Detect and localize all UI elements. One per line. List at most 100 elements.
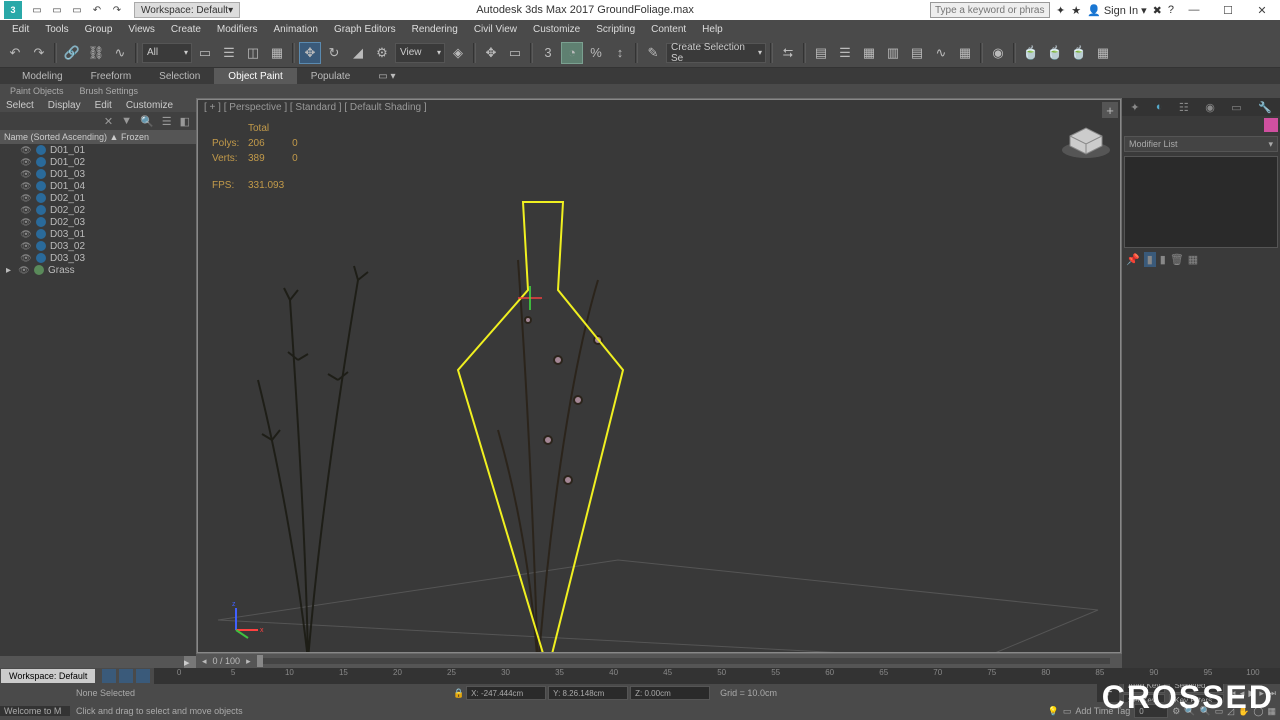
display-tab-icon[interactable]: ▭ <box>1231 101 1241 114</box>
maxscript-input[interactable]: Welcome to M <box>0 706 70 716</box>
schematic-icon[interactable]: ▦ <box>954 42 976 64</box>
help-icon[interactable]: ? <box>1168 4 1174 16</box>
menu-edit[interactable]: Edit <box>4 24 37 35</box>
scale-icon[interactable]: ◢ <box>347 42 369 64</box>
workspace-label[interactable]: Workspace: Default <box>1 669 95 683</box>
y-coord-input[interactable]: Y: 8.26.148cm <box>548 686 628 700</box>
modify-tab-icon[interactable]: ◐ <box>1156 101 1163 113</box>
rect-region-icon[interactable]: ◫ <box>242 42 264 64</box>
explorer-sort-icon[interactable]: ◧ <box>180 115 190 128</box>
render-icon[interactable]: 🍵 <box>1068 42 1090 64</box>
rendered-frame-icon[interactable]: 🍵 <box>1044 42 1066 64</box>
pin-stack-icon[interactable]: 📌 <box>1126 253 1140 266</box>
curve-editor-icon[interactable]: ∿ <box>930 42 952 64</box>
menu-civilview[interactable]: Civil View <box>466 24 525 35</box>
qat-save-icon[interactable]: ▭ <box>68 2 86 18</box>
move-icon[interactable]: ✥ <box>299 42 321 64</box>
window-crossing-icon[interactable]: ▦ <box>266 42 288 64</box>
qat-new-icon[interactable]: ▭ <box>28 2 46 18</box>
z-coord-input[interactable]: Z: 0.00cm <box>630 686 710 700</box>
link-icon[interactable]: 🔗 <box>61 42 83 64</box>
rotate-icon[interactable]: ↻ <box>323 42 345 64</box>
align-icon[interactable]: ▤ <box>810 42 832 64</box>
bind-icon[interactable]: ∿ <box>109 42 131 64</box>
lock-icon[interactable]: 🔒 <box>453 688 464 699</box>
explorer-customize[interactable]: Customize <box>126 100 173 111</box>
tab-freeform[interactable]: Freeform <box>77 68 146 84</box>
create-tab-icon[interactable]: ✦ <box>1130 101 1139 114</box>
tab-modeling[interactable]: Modeling <box>8 68 77 84</box>
explorer-select[interactable]: Select <box>6 100 34 111</box>
editset-icon[interactable]: ✎ <box>642 42 664 64</box>
unique-icon[interactable]: ▮ <box>1160 253 1166 266</box>
undo-icon[interactable]: ↶ <box>4 42 26 64</box>
ribbon-expand-icon[interactable]: ▭ ▾ <box>364 68 409 84</box>
exchange-icon[interactable]: ✖ <box>1153 4 1162 17</box>
mirror-icon[interactable]: ⮀ <box>777 42 799 64</box>
render-setup-icon[interactable]: 🍵 <box>1020 42 1042 64</box>
hierarchy-tab-icon[interactable]: ☷ <box>1179 101 1189 114</box>
ribbon-icon[interactable]: ▤ <box>906 42 928 64</box>
layers-icon[interactable]: ☰ <box>834 42 856 64</box>
manip-icon[interactable]: ✥ <box>480 42 502 64</box>
motion-tab-icon[interactable]: ◉ <box>1205 101 1215 114</box>
modifier-stack[interactable] <box>1124 156 1278 248</box>
x-coord-input[interactable]: X: -247.444cm <box>466 686 546 700</box>
menu-animation[interactable]: Animation <box>265 24 325 35</box>
placement-icon[interactable]: ⚙ <box>371 42 393 64</box>
menu-rendering[interactable]: Rendering <box>404 24 466 35</box>
menu-scripting[interactable]: Scripting <box>588 24 643 35</box>
keymode-icon[interactable]: ▭ <box>504 42 526 64</box>
spinner-snap-icon[interactable]: ↕ <box>609 42 631 64</box>
qat-undo-icon[interactable]: ↶ <box>88 2 106 18</box>
render-online-icon[interactable]: ▦ <box>1092 42 1114 64</box>
tab-objectpaint[interactable]: Object Paint <box>214 68 296 84</box>
object-color-swatch[interactable] <box>1264 118 1278 132</box>
scene-tree[interactable]: 👁D01_01 👁D01_02 👁D01_03 👁D01_04 👁D02_01 … <box>0 144 196 656</box>
redo-icon[interactable]: ↷ <box>28 42 50 64</box>
qat-open-icon[interactable]: ▭ <box>48 2 66 18</box>
menu-grapheditors[interactable]: Graph Editors <box>326 24 404 35</box>
close-button[interactable]: ✕ <box>1248 0 1276 20</box>
named-selection-dropdown[interactable]: Create Selection Se <box>666 43 766 63</box>
signin-button[interactable]: 👤 Sign In ▾ <box>1087 4 1147 17</box>
pivot-icon[interactable]: ◈ <box>447 42 469 64</box>
menu-views[interactable]: Views <box>120 24 163 35</box>
remove-mod-icon[interactable]: 🗑 <box>1170 253 1184 266</box>
time-slider[interactable]: ◂ 0 / 100 ▸ <box>196 654 1122 668</box>
menu-customize[interactable]: Customize <box>525 24 588 35</box>
sub-brushsettings[interactable]: Brush Settings <box>72 86 147 96</box>
sub-paintobjects[interactable]: Paint Objects <box>2 86 72 96</box>
menu-help[interactable]: Help <box>694 24 731 35</box>
help-search-input[interactable] <box>930 2 1050 18</box>
viewport[interactable]: [ + ] [ Perspective ] [ Standard ] [ Def… <box>197 99 1121 653</box>
explorer-close-icon[interactable]: ✕ <box>104 115 113 128</box>
explorer-search-icon[interactable]: 🔍 <box>140 115 154 128</box>
tab-populate[interactable]: Populate <box>297 68 364 84</box>
se-btn2[interactable] <box>119 669 133 683</box>
material-icon[interactable]: ◉ <box>987 42 1009 64</box>
explorer-display[interactable]: Display <box>48 100 81 111</box>
infocenter-icon[interactable]: ✦ <box>1056 4 1065 17</box>
toggle-explorer-icon[interactable]: ▦ <box>858 42 880 64</box>
menu-modifiers[interactable]: Modifiers <box>209 24 266 35</box>
selection-filter-dropdown[interactable]: All <box>142 43 192 63</box>
qat-redo-icon[interactable]: ↷ <box>108 2 126 18</box>
minimize-button[interactable]: — <box>1180 0 1208 20</box>
unlink-icon[interactable]: ⛓ <box>85 42 107 64</box>
tab-selection[interactable]: Selection <box>145 68 214 84</box>
ref-coord-dropdown[interactable]: View <box>395 43 445 63</box>
menu-tools[interactable]: Tools <box>37 24 76 35</box>
isolate-icon[interactable]: 💡 <box>1048 706 1059 717</box>
explorer-edit[interactable]: Edit <box>95 100 112 111</box>
percent-snap-icon[interactable]: % <box>585 42 607 64</box>
config-icon[interactable]: ▦ <box>1188 253 1198 266</box>
layer-explorer-icon[interactable]: ▥ <box>882 42 904 64</box>
snap3-icon[interactable]: 3 <box>537 42 559 64</box>
angle-snap-icon[interactable]: ◔ <box>561 42 583 64</box>
modifier-list-dropdown[interactable]: Modifier List▾ <box>1124 136 1278 152</box>
utilities-tab-icon[interactable]: 🔧 <box>1258 101 1272 114</box>
menu-create[interactable]: Create <box>163 24 209 35</box>
select-icon[interactable]: ▭ <box>194 42 216 64</box>
menu-content[interactable]: Content <box>643 24 694 35</box>
